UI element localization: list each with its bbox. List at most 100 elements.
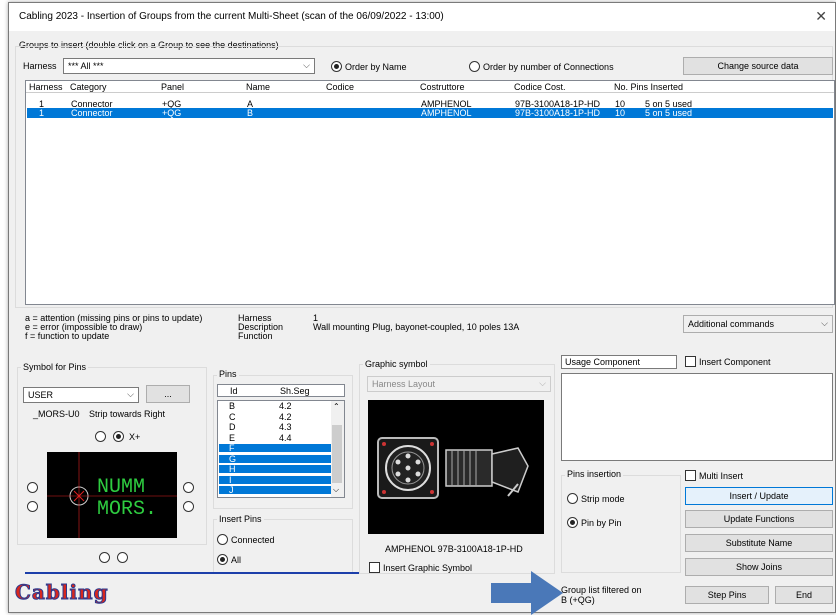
cabling-logo: Cabling (15, 580, 109, 605)
pins-scrollbar[interactable]: ⌃ ⌵ (331, 401, 344, 497)
order-by-connections-label: Order by number of Connections (483, 62, 614, 72)
connector-body (445, 449, 493, 487)
insert-all-radio[interactable] (217, 554, 228, 565)
chevron-down-icon[interactable]: ⌵ (333, 485, 339, 495)
multi-insert-checkbox[interactable] (685, 470, 696, 481)
graphic-combo[interactable]: Harness Layout ⌵ (367, 376, 551, 392)
symbol-x-label: X+ (129, 432, 141, 442)
arrow-shape (491, 571, 563, 615)
symbol-preview: NUMM MORS. (47, 452, 177, 538)
insert-component-checkbox[interactable] (685, 356, 696, 367)
connector-svg (377, 437, 529, 499)
show-joins-button[interactable]: Show Joins (685, 558, 833, 576)
insert-graphic-checkbox[interactable] (369, 562, 380, 573)
pins-col-seg[interactable]: Sh.Seg (280, 386, 310, 396)
pin-row[interactable]: G (219, 453, 331, 464)
symbol-pos-radio-bottom-2[interactable] (117, 552, 128, 563)
col-pins-inserted[interactable]: No. Pins Inserted (614, 82, 683, 92)
pin-seg: 4.2 (279, 411, 292, 422)
col-harness[interactable]: Harness (29, 82, 63, 92)
insert-update-button[interactable]: Insert / Update (685, 487, 833, 505)
table-row[interactable]: 1 Connector +QG B AMPHENOL 97B-3100A18-1P-HD 1… (27, 108, 833, 118)
symbol-orient-radio-2[interactable] (113, 431, 124, 442)
groups-table[interactable]: Harness Category Panel Name Codice Costr… (25, 80, 835, 305)
col-name[interactable]: Name (246, 82, 270, 92)
symbol-pos-radio-right-2[interactable] (183, 501, 194, 512)
strip-mode-radio[interactable] (567, 493, 578, 504)
connector-screw (430, 490, 434, 494)
filter-status-line2: B (+QG) (561, 595, 595, 605)
harness-filter-label: Harness (23, 61, 57, 71)
step-pins-button[interactable]: Step Pins (685, 586, 769, 604)
col-codice[interactable]: Codice (326, 82, 354, 92)
pin-row[interactable]: C 4.2 (219, 411, 331, 422)
order-by-connections-radio[interactable] (469, 61, 480, 72)
pins-col-id[interactable]: Id (230, 386, 238, 396)
pin-row[interactable]: B 4.2 (219, 402, 331, 411)
separator-line (25, 572, 359, 574)
insert-graphic-label: Insert Graphic Symbol (383, 563, 473, 573)
pin-by-pin-radio[interactable] (567, 517, 578, 528)
additional-commands-combo[interactable]: Additional commands ⌵ (683, 315, 833, 333)
pins-group-label: Pins (217, 369, 239, 379)
pin-seg: 4.3 (279, 422, 292, 432)
connector-screw (382, 442, 386, 446)
usage-component-area[interactable] (561, 373, 833, 461)
pin-id: I (229, 474, 232, 485)
chevron-down-icon: ⌵ (127, 389, 134, 399)
insert-all-label: All (231, 555, 242, 565)
filter-status: Group list filtered on B (+QG) (561, 585, 642, 605)
symbol-pos-radio-right-1[interactable] (183, 482, 194, 493)
symbol-combo[interactable]: USER ⌵ (23, 387, 139, 403)
connector-image (368, 400, 544, 534)
table-cell-pins: 10 (615, 108, 626, 118)
harness-filter-value: *** All *** (68, 61, 104, 71)
symbol-browse-button[interactable]: ... (146, 385, 190, 403)
function-detail-label: Function (238, 331, 273, 341)
update-functions-button[interactable]: Update Functions (685, 510, 833, 528)
change-source-button[interactable]: Change source data (683, 57, 833, 75)
pin-id: G (229, 453, 237, 464)
substitute-name-button[interactable]: Substitute Name (685, 534, 833, 552)
col-category[interactable]: Category (70, 82, 107, 92)
pin-by-pin-label: Pin by Pin (581, 518, 622, 528)
pin-id: C (229, 411, 236, 422)
col-panel[interactable]: Panel (161, 82, 184, 92)
table-cell-inserted: 5 on 5 used (645, 108, 693, 118)
scrollbar-thumb[interactable] (332, 425, 342, 483)
filter-status-line1: Group list filtered on (561, 585, 642, 595)
pin-id: D (229, 422, 236, 432)
function-detail-value (313, 332, 519, 341)
symbol-orient-radio-1[interactable] (95, 431, 106, 442)
multi-insert-label: Multi Insert (699, 471, 744, 481)
usage-component-field[interactable]: Usage Component (561, 355, 677, 369)
symbol-group-label: Symbol for Pins (21, 362, 89, 372)
symbol-name: _MORS-U0 (33, 409, 80, 419)
pin-row[interactable]: I (219, 474, 331, 485)
strip-mode-label: Strip mode (581, 494, 625, 504)
harness-filter-combo[interactable]: *** All *** ⌵ (63, 58, 315, 74)
pin-row[interactable]: E 4.4 (219, 432, 331, 443)
end-button[interactable]: End (775, 586, 833, 604)
insert-connected-label: Connected (231, 535, 275, 545)
col-codice-cost[interactable]: Codice Cost. (514, 82, 566, 92)
pin-seg: 4.4 (279, 432, 292, 443)
pin-row[interactable]: H (219, 465, 331, 474)
symbol-preview-svg: NUMM MORS. (47, 452, 177, 538)
order-by-name-radio[interactable] (331, 61, 342, 72)
pins-list[interactable]: B 4.2 C 4.2 D 4.3 E 4.4 F G H I J ⌃ ⌵ (217, 400, 345, 498)
chevron-up-icon[interactable]: ⌃ (333, 402, 340, 411)
preview-text-1: NUMM (97, 476, 145, 499)
arrow-icon (491, 571, 563, 615)
pin-row[interactable]: D 4.3 (219, 422, 331, 432)
symbol-pos-radio-left-1[interactable] (27, 482, 38, 493)
symbol-pos-radio-left-2[interactable] (27, 501, 38, 512)
pin-row[interactable]: J (219, 486, 331, 495)
insert-connected-radio[interactable] (217, 534, 228, 545)
col-costruttore[interactable]: Costruttore (420, 82, 465, 92)
details-labels: Harness Description Function (238, 314, 283, 341)
pin-row[interactable]: F (219, 444, 331, 453)
window-title: Cabling 2023 - Insertion of Groups from … (19, 11, 444, 22)
symbol-pos-radio-bottom-1[interactable] (99, 552, 110, 563)
close-icon[interactable]: ✕ (815, 8, 827, 25)
